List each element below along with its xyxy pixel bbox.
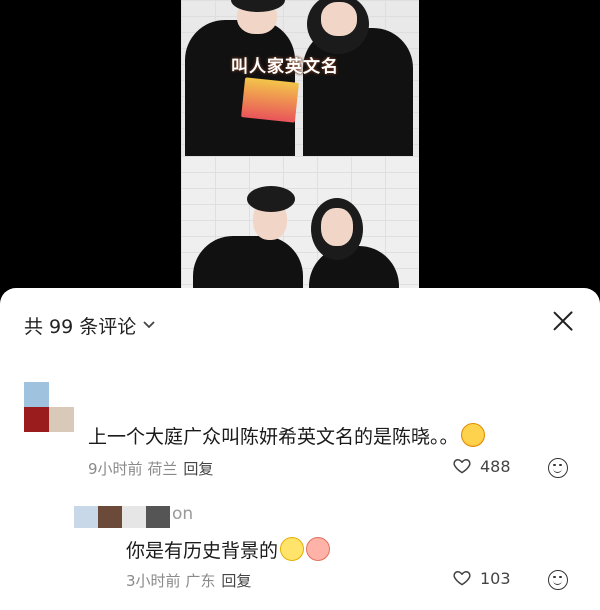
man-hair xyxy=(247,186,295,212)
emoji-reaction-icon[interactable] xyxy=(548,570,568,590)
heart-icon xyxy=(453,459,471,474)
like-button[interactable]: 103 xyxy=(452,568,511,588)
chevron-down-icon xyxy=(142,318,156,334)
comment-meta: 9小时前 荷兰 回复 xyxy=(88,460,214,478)
comment-meta: 3小时前 广东 回复 xyxy=(126,572,252,590)
comment-text: 你是有历史背景的 xyxy=(126,536,331,563)
woman-face xyxy=(321,2,357,36)
gift-card xyxy=(241,77,299,123)
comment-text: 上一个大庭广众叫陈妍希英文名的是陈晓。。 xyxy=(88,422,485,449)
peach-emoji-icon xyxy=(306,537,331,561)
video-frame-bottom xyxy=(181,156,419,300)
comments-count-title: 共 99 条评论 xyxy=(24,316,137,338)
close-icon[interactable] xyxy=(552,310,574,332)
like-button[interactable]: 488 xyxy=(452,456,511,476)
video-frame-top: 叫人家英文名 xyxy=(181,0,419,156)
comments-header[interactable]: 共 99 条评论 xyxy=(24,312,156,339)
laughing-emoji-icon xyxy=(460,423,485,447)
avatar[interactable] xyxy=(24,382,74,432)
like-count: 103 xyxy=(480,568,511,588)
video-caption: 叫人家英文名 xyxy=(231,57,339,77)
reply-button[interactable]: 回复 xyxy=(221,572,251,590)
chick-emoji-icon xyxy=(280,537,305,561)
video-player[interactable]: 叫人家英文名 xyxy=(0,0,600,300)
avatar[interactable] xyxy=(74,506,170,528)
woman-face xyxy=(321,208,353,246)
like-count: 488 xyxy=(480,456,511,476)
heart-icon xyxy=(453,571,471,586)
reply-nickname[interactable]: on xyxy=(172,504,193,524)
comments-sheet: 共 99 条评论 上一个大庭广众叫陈妍希英文名的是陈晓。。 9小时前 荷兰 回复 … xyxy=(0,288,600,610)
reply-button[interactable]: 回复 xyxy=(183,460,213,478)
emoji-reaction-icon[interactable] xyxy=(548,458,568,478)
